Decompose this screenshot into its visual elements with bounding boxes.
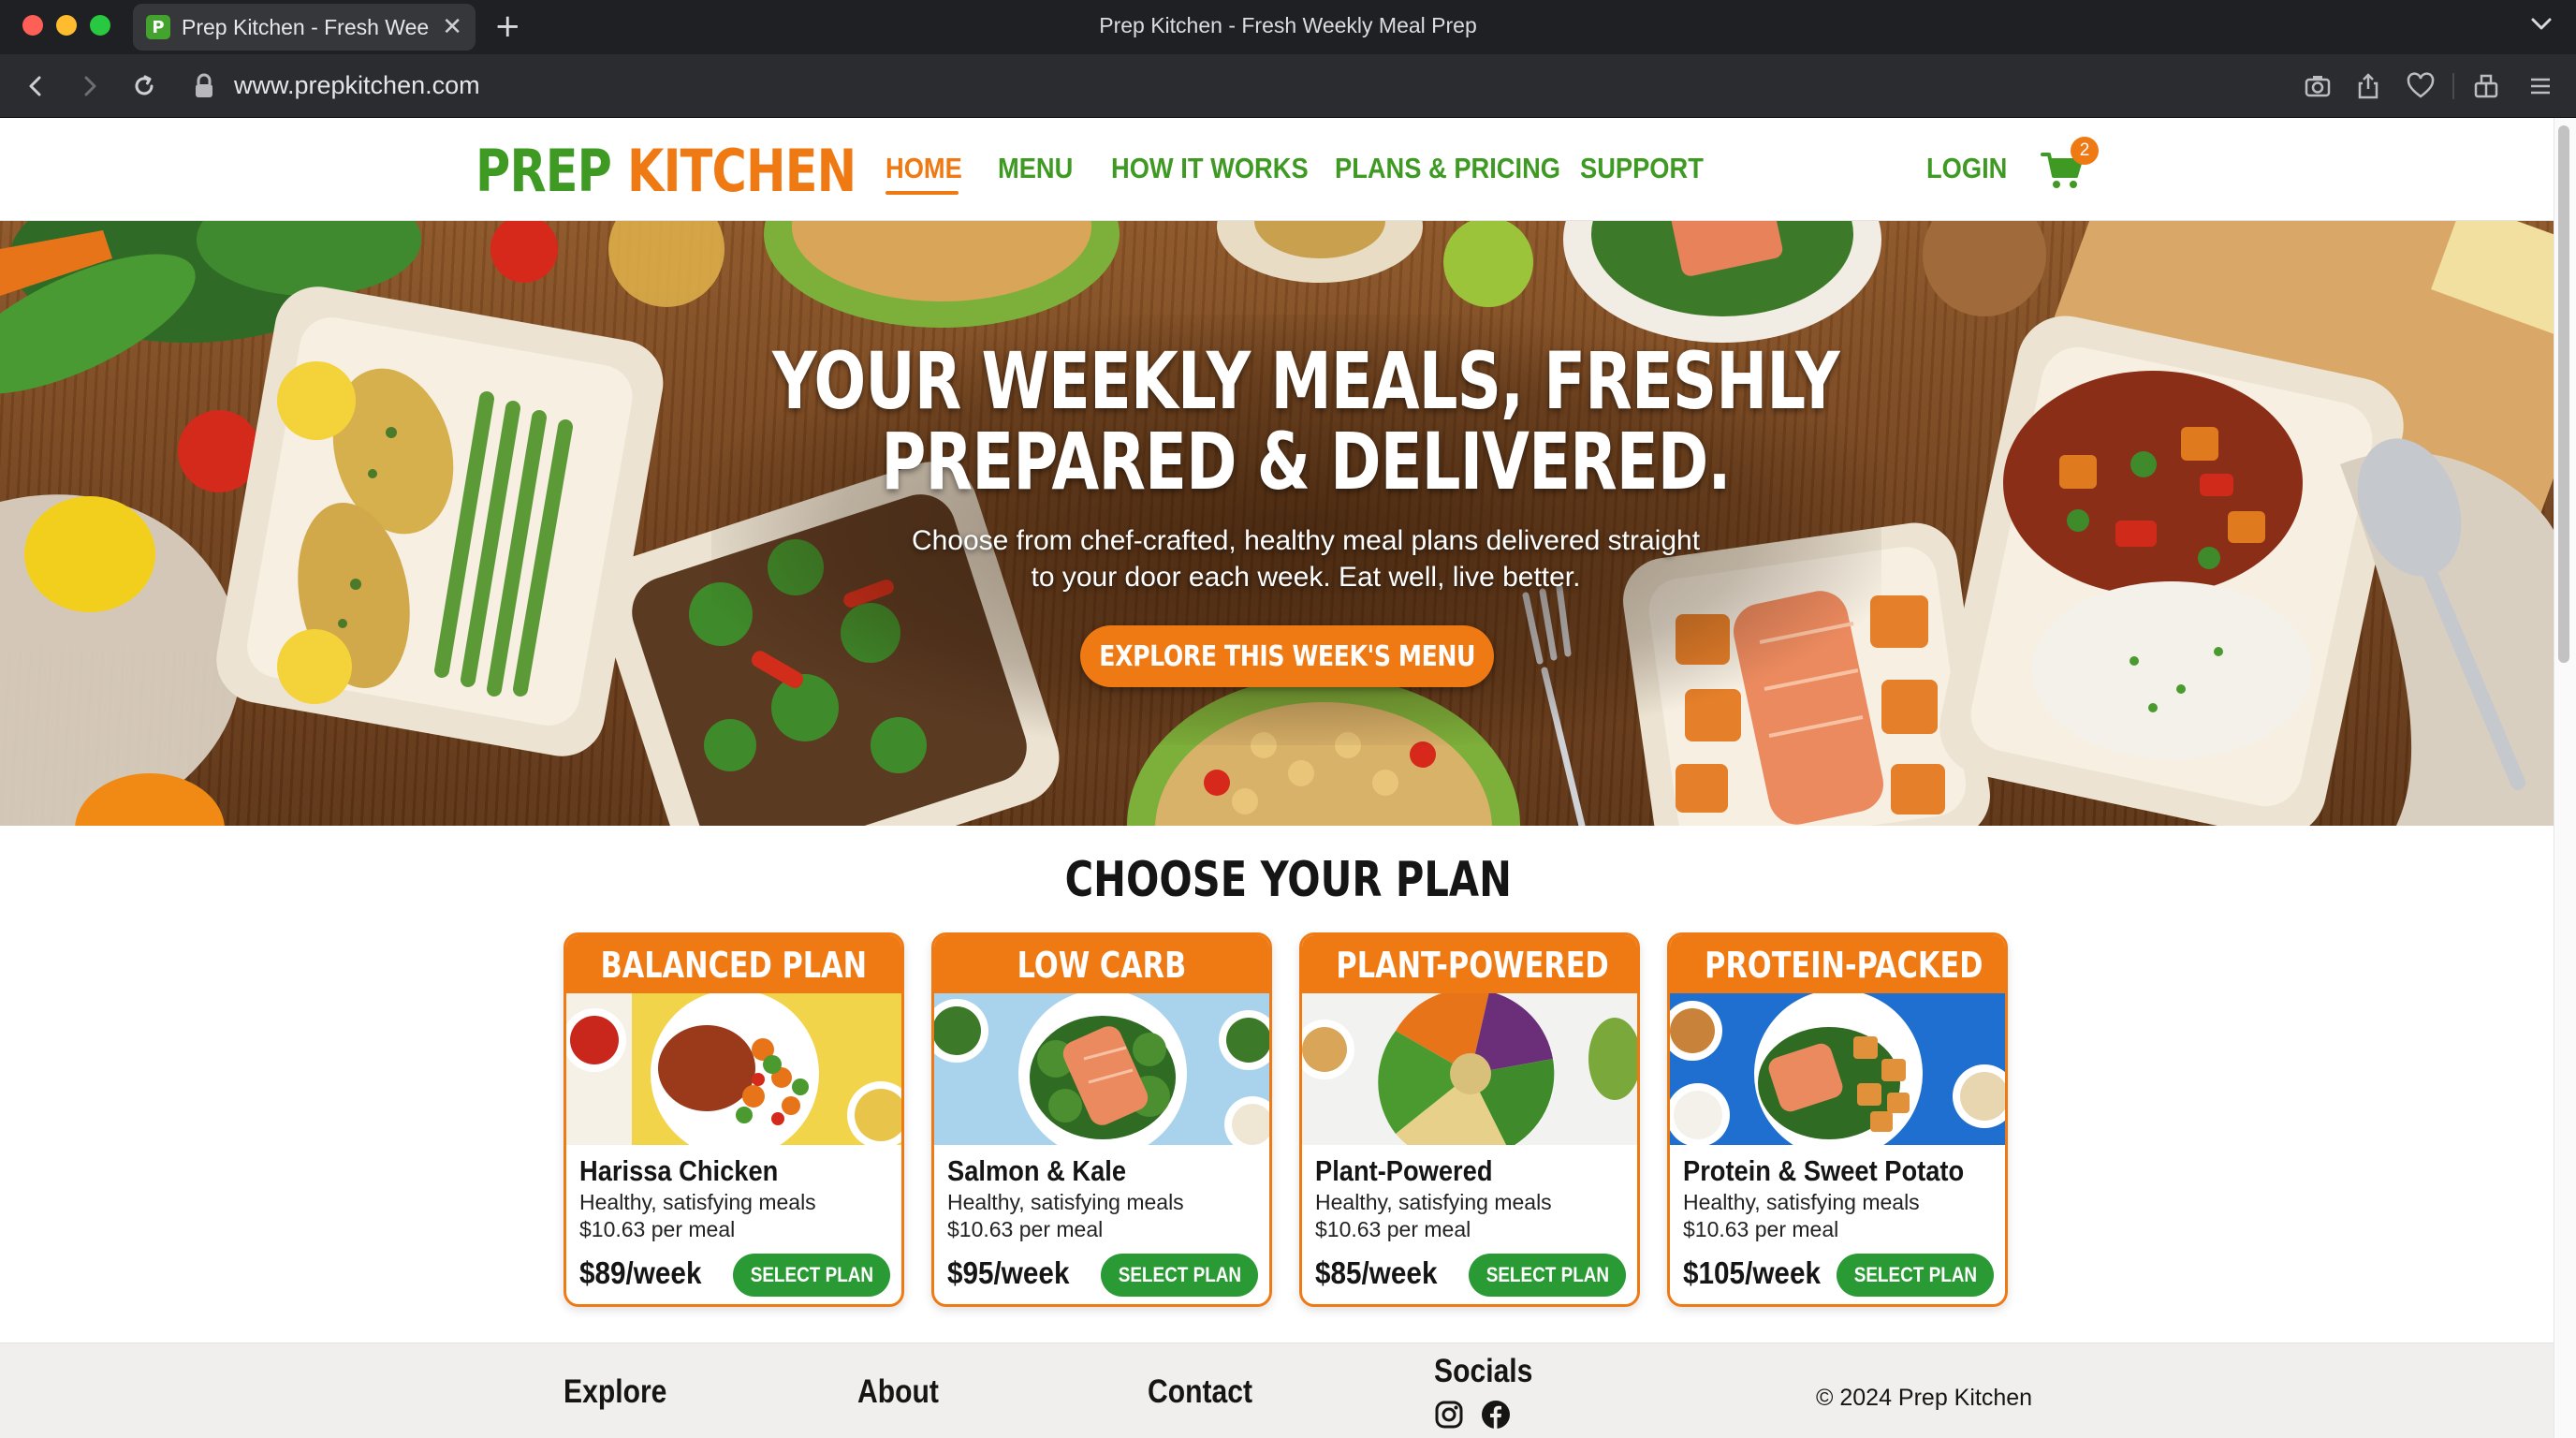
plan-weekly-price: $85/week — [1315, 1255, 1438, 1290]
plan-body: Salmon & Kale Healthy, satisfying meals … — [934, 1145, 1269, 1304]
hero-banner: YOUR WEEKLY MEALS, FRESHLY PREPARED & DE… — [0, 221, 2554, 826]
site-header: PREP KITCHEN HOME MENU HOW IT WORKS PLAN… — [0, 118, 2554, 221]
toolbar-divider — [2452, 73, 2454, 99]
plan-body: Plant-Powered Healthy, satisfying meals … — [1302, 1145, 1637, 1304]
plan-meal-name: Harissa Chicken — [579, 1154, 779, 1187]
extensions-icon[interactable] — [2471, 71, 2501, 101]
plan-card-plant-powered[interactable]: PLANT-POWERED Plant-Powered Healthy, sat… — [1299, 932, 1640, 1307]
plan-per-meal-price: $10.63 per meal — [579, 1217, 736, 1241]
browser-address-bar: www.prepkitchen.com — [0, 54, 2576, 118]
plans-section-title: CHOOSE YOUR PLAN — [0, 852, 2576, 908]
plan-per-meal-price: $10.63 per meal — [947, 1217, 1104, 1241]
plans-section-title-text: CHOOSE YOUR PLAN — [1064, 852, 1512, 908]
plan-card-balanced[interactable]: BALANCED PLAN Harissa Chicken Healthy, s… — [564, 932, 904, 1307]
nav-how-it-works[interactable]: HOW IT WORKS — [1111, 152, 1309, 185]
plan-meal-name: Plant-Powered — [1315, 1154, 1493, 1187]
logo-prep: PREP — [476, 137, 612, 205]
plan-description: Healthy, satisfying meals — [579, 1190, 816, 1214]
select-plan-button-label: SELECT PLAN — [1486, 1263, 1609, 1286]
select-plan-button[interactable]: SELECT PLAN — [733, 1254, 890, 1297]
scrollbar-thumb[interactable] — [2558, 125, 2569, 663]
plan-header: BALANCED PLAN — [566, 935, 901, 993]
nav-support[interactable]: SUPPORT — [1580, 152, 1704, 185]
plan-food-image — [934, 993, 1269, 1145]
back-arrow-icon[interactable] — [21, 71, 51, 101]
logo-kitchen: KITCHEN — [627, 137, 856, 205]
heart-icon[interactable] — [2406, 71, 2436, 101]
hero-subtitle-line1: Choose from chef-crafted, healthy meal p… — [911, 525, 1701, 556]
plan-food-image — [566, 993, 901, 1145]
plan-description: Healthy, satisfying meals — [1315, 1190, 1552, 1214]
plan-body: Protein & Sweet Potato Healthy, satisfyi… — [1670, 1145, 2005, 1304]
url-field[interactable]: www.prepkitchen.com — [234, 71, 480, 100]
chevron-down-icon[interactable] — [2527, 9, 2555, 37]
plan-weekly-price: $105/week — [1683, 1255, 1821, 1290]
window-title: Prep Kitchen - Fresh Weekly Meal Prep — [1099, 13, 1477, 37]
plan-weekly-price: $89/week — [579, 1255, 702, 1290]
login-link[interactable]: LOGIN — [1926, 152, 2007, 185]
nav-plans-pricing[interactable]: PLANS & PRICING — [1335, 152, 1560, 185]
select-plan-button[interactable]: SELECT PLAN — [1101, 1254, 1258, 1297]
forward-arrow-icon[interactable] — [75, 71, 105, 101]
reload-icon[interactable] — [129, 71, 159, 101]
site-footer: Explore About Contact Socials © 2024 Pre… — [0, 1343, 2554, 1438]
explore-menu-button[interactable]: EXPLORE THIS WEEK'S MENU — [1080, 625, 1494, 687]
plan-meal-name: Salmon & Kale — [947, 1154, 1127, 1187]
hero-subtitle: Choose from chef-crafted, healthy meal p… — [833, 522, 1778, 595]
plan-per-meal-price: $10.63 per meal — [1683, 1217, 1839, 1241]
footer-socials-heading: Socials — [1434, 1353, 1533, 1389]
nav-active-underline — [886, 191, 959, 195]
select-plan-button-label: SELECT PLAN — [1118, 1263, 1241, 1286]
plan-name: LOW CARB — [1017, 945, 1187, 986]
copyright-text: © 2024 Prep Kitchen — [1816, 1385, 2033, 1411]
select-plan-button-label: SELECT PLAN — [750, 1263, 873, 1286]
hero-headline-line1: YOUR WEEKLY MEALS, FRESHLY — [772, 335, 1839, 427]
nav-home[interactable]: HOME — [886, 152, 962, 185]
lock-icon — [196, 73, 212, 97]
cart-count-badge: 2 — [2071, 137, 2099, 165]
footer-contact-link[interactable]: Contact — [1148, 1373, 1252, 1411]
select-plan-button[interactable]: SELECT PLAN — [1837, 1254, 1994, 1297]
hero-subtitle-line2: to your door each week. Eat well, live b… — [1031, 562, 1581, 593]
plan-header: PLANT-POWERED — [1302, 935, 1637, 993]
plan-card-protein-packed[interactable]: PROTEIN-PACKED Protein & Sweet Potato He… — [1667, 932, 2008, 1307]
plan-food-image — [1670, 993, 2005, 1145]
plan-per-meal-price: $10.63 per meal — [1315, 1217, 1471, 1241]
plan-description: Healthy, satisfying meals — [1683, 1190, 1920, 1214]
select-plan-button-label: SELECT PLAN — [1853, 1263, 1977, 1286]
footer-about-link[interactable]: About — [857, 1373, 939, 1411]
facebook-icon[interactable] — [1481, 1400, 1511, 1430]
menu-icon[interactable] — [2525, 71, 2555, 101]
plan-name: PROTEIN-PACKED — [1705, 945, 1983, 986]
camera-icon[interactable] — [2303, 71, 2333, 101]
plan-meal-name: Protein & Sweet Potato — [1683, 1154, 1965, 1187]
plan-food-image — [1302, 993, 1637, 1145]
instagram-icon[interactable] — [1434, 1400, 1464, 1430]
plan-description: Healthy, satisfying meals — [947, 1190, 1184, 1214]
plan-header: LOW CARB — [934, 935, 1269, 993]
explore-menu-button-label: EXPLORE THIS WEEK'S MENU — [1099, 639, 1475, 673]
hero-headline-line2: PREPARED & DELIVERED. — [881, 416, 1731, 507]
plan-body: Harissa Chicken Healthy, satisfying meal… — [566, 1145, 901, 1304]
plan-weekly-price: $95/week — [947, 1255, 1070, 1290]
footer-explore-link[interactable]: Explore — [564, 1373, 666, 1411]
plan-name: BALANCED PLAN — [600, 945, 868, 986]
hero-headline: YOUR WEEKLY MEALS, FRESHLY PREPARED & DE… — [696, 341, 1916, 502]
nav-menu[interactable]: MENU — [998, 152, 1073, 185]
plan-name: PLANT-POWERED — [1336, 945, 1609, 986]
browser-tab-bar: P Prep Kitchen - Fresh Wee ✕ + Prep Kitc… — [0, 0, 2576, 54]
site-logo[interactable]: PREP KITCHEN — [476, 137, 856, 205]
plan-card-low-carb[interactable]: LOW CARB Salmon & Kale Healthy, satisfyi… — [931, 932, 1272, 1307]
plan-header: PROTEIN-PACKED — [1670, 935, 2005, 993]
share-icon[interactable] — [2353, 71, 2383, 101]
select-plan-button[interactable]: SELECT PLAN — [1469, 1254, 1626, 1297]
